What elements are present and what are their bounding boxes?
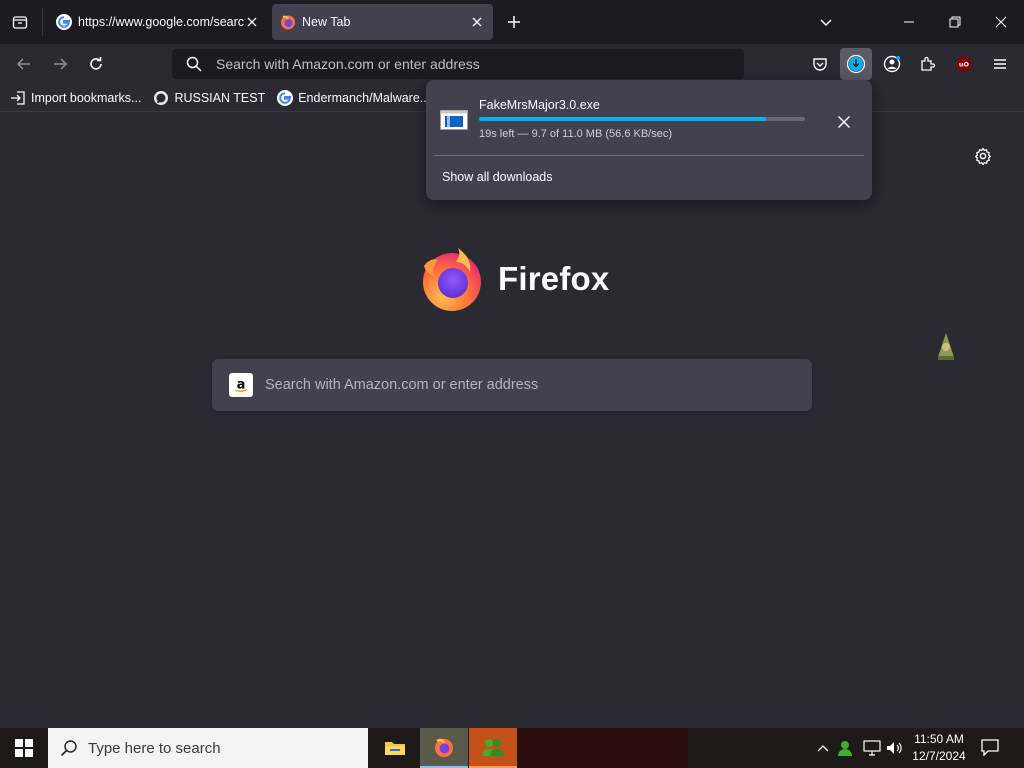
tab-close-icon[interactable] — [244, 14, 260, 30]
tab-strip: https://www.google.com/search New Tab — [0, 0, 1024, 44]
volume-icon[interactable] — [884, 738, 904, 758]
firefox-wordmark: Firefox — [498, 260, 610, 297]
puzzle-icon — [921, 56, 936, 71]
url-bar[interactable]: Search with Amazon.com or enter address — [172, 49, 744, 79]
bookmark-label: Endermanch/Malware... — [298, 90, 431, 105]
download-progress-icon — [846, 54, 866, 74]
customize-button[interactable] — [968, 141, 998, 171]
chevron-up-icon — [817, 745, 829, 752]
gear-icon — [975, 147, 991, 165]
newtab-search-box[interactable]: a Search with Amazon.com or enter addres… — [212, 359, 812, 411]
pocket-icon — [813, 58, 827, 71]
tab-new-tab[interactable]: New Tab — [272, 4, 493, 40]
firefox-view-button[interactable] — [2, 4, 38, 40]
users-icon — [482, 739, 504, 756]
github-icon — [153, 90, 169, 106]
import-icon — [10, 90, 26, 106]
tab-close-icon[interactable] — [469, 14, 485, 30]
reload-icon — [90, 57, 102, 70]
tab-google[interactable]: https://www.google.com/search — [48, 4, 268, 40]
download-progress-bar — [479, 117, 805, 121]
taskbar-app-running[interactable] — [469, 728, 517, 768]
restore-icon — [949, 16, 961, 28]
firefox-icon — [280, 14, 296, 30]
divider — [434, 155, 864, 156]
navigation-toolbar: Search with Amazon.com or enter address … — [0, 44, 1024, 84]
firefox-icon — [435, 738, 453, 757]
arrow-right-icon — [54, 58, 68, 70]
tab-title: https://www.google.com/search — [78, 15, 244, 29]
account-icon — [883, 55, 901, 73]
close-icon — [837, 115, 851, 129]
account-button[interactable] — [876, 48, 908, 80]
restore-button[interactable] — [932, 0, 978, 44]
hamburger-menu-icon — [994, 59, 1006, 69]
clock-date: 12/7/2024 — [912, 749, 966, 763]
show-all-downloads-link[interactable]: Show all downloads — [442, 170, 553, 184]
chevron-down-icon — [820, 19, 832, 27]
bookmark-endermanch[interactable]: Endermanch/Malware... — [277, 89, 431, 106]
plus-icon — [508, 16, 520, 28]
notification-icon — [981, 739, 999, 756]
cancel-download-button[interactable] — [830, 108, 858, 136]
start-button[interactable] — [0, 728, 48, 768]
downloads-panel: FakeMrsMajor3.0.exe 19s left — 9.7 of 11… — [426, 80, 872, 200]
taskbar-search-placeholder: Type here to search — [88, 739, 221, 757]
taskbar-wallpaper-region — [518, 728, 688, 768]
close-window-button[interactable] — [978, 0, 1024, 44]
close-icon — [995, 16, 1007, 28]
arrow-left-icon — [16, 58, 30, 70]
desktop-pet-sprite[interactable] — [934, 331, 958, 361]
minimize-icon — [904, 21, 914, 23]
bookmark-import[interactable]: Import bookmarks... — [10, 90, 141, 106]
svg-text:uO: uO — [959, 61, 970, 69]
extensions-button[interactable] — [912, 48, 944, 80]
taskbar-search-box[interactable]: Type here to search — [48, 728, 368, 768]
pocket-button[interactable] — [804, 48, 836, 80]
exe-file-icon — [440, 110, 468, 130]
tray-user-icon[interactable] — [836, 738, 856, 758]
search-icon — [186, 56, 202, 72]
bookmark-label: Import bookmarks... — [31, 90, 142, 105]
windows-taskbar: Type here to search 11:50 AM 12/7/2024 — [0, 728, 1024, 768]
tab-title: New Tab — [302, 15, 351, 29]
taskbar-firefox[interactable] — [420, 728, 468, 768]
app-menu-button[interactable] — [984, 48, 1016, 80]
downloads-button[interactable] — [840, 48, 872, 80]
new-tab-page: Firefox a Search with Amazon.com or ente… — [0, 113, 1024, 728]
firefox-view-icon — [12, 16, 28, 29]
ublock-button[interactable]: uO — [948, 48, 980, 80]
back-button[interactable] — [8, 48, 40, 80]
forward-button[interactable] — [44, 48, 76, 80]
clock-time: 11:50 AM — [914, 732, 964, 746]
firefox-logo-icon — [423, 248, 481, 311]
url-placeholder: Search with Amazon.com or enter address — [216, 56, 480, 72]
search-placeholder: Search with Amazon.com or enter address — [265, 377, 539, 393]
firefox-branding: Firefox — [420, 246, 609, 312]
show-hidden-icons-button[interactable] — [814, 738, 832, 758]
windows-logo-icon — [15, 739, 33, 757]
bookmark-label: RUSSIAN TEST — [174, 90, 266, 105]
minimize-button[interactable] — [886, 0, 932, 44]
ublock-origin-icon: uO — [956, 56, 972, 72]
amazon-icon: a — [229, 373, 253, 397]
notifications-button[interactable] — [980, 738, 1002, 758]
list-all-tabs-button[interactable] — [808, 4, 844, 40]
google-icon — [56, 14, 72, 30]
network-icon[interactable] — [862, 738, 882, 758]
bookmark-russian-test[interactable]: RUSSIAN TEST — [153, 90, 265, 106]
taskbar-file-explorer[interactable] — [371, 728, 419, 768]
download-filename: FakeMrsMajor3.0.exe — [479, 98, 600, 112]
download-status: 19s left — 9.7 of 11.0 MB (56.6 KB/sec) — [479, 128, 672, 140]
reload-button[interactable] — [80, 48, 112, 80]
tab-separator — [42, 8, 43, 36]
taskbar-clock[interactable]: 11:50 AM 12/7/2024 — [908, 731, 970, 765]
google-icon — [277, 89, 294, 106]
new-tab-button[interactable] — [496, 4, 532, 40]
folder-icon — [385, 742, 405, 755]
download-progress-fill — [479, 117, 766, 121]
search-icon — [60, 740, 77, 757]
